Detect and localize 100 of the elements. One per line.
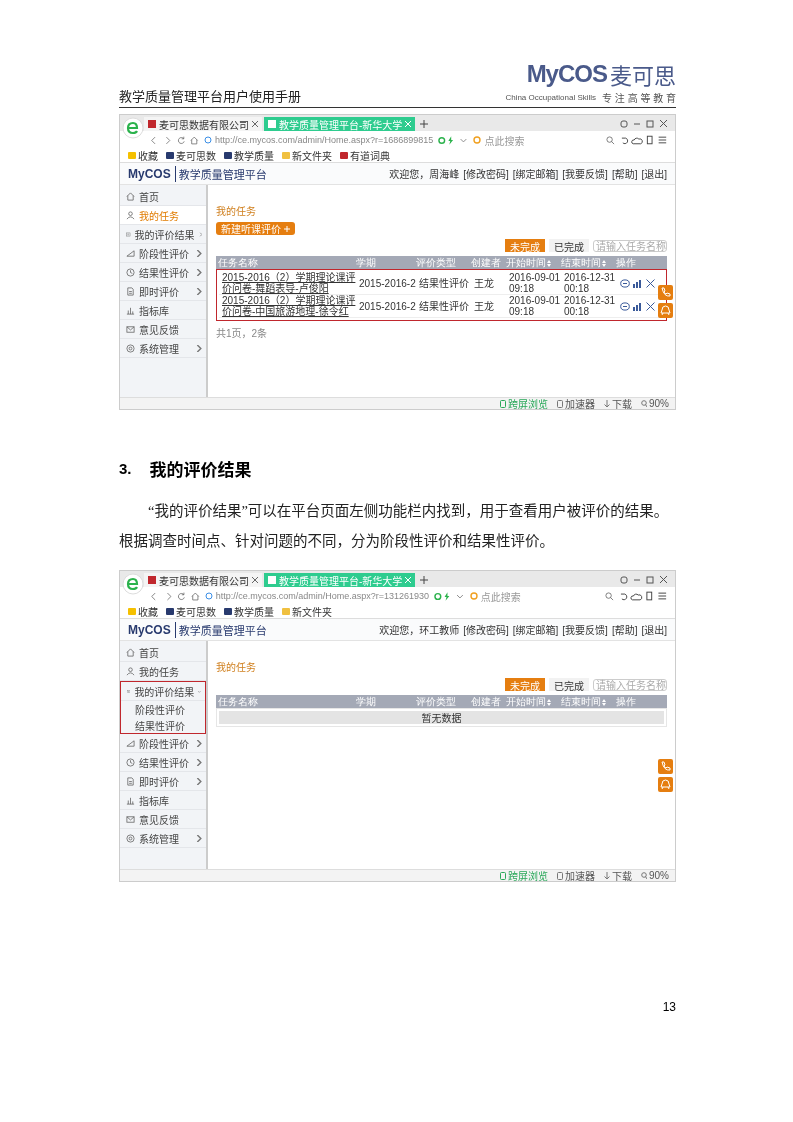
section-number: 3. xyxy=(119,460,132,477)
sort-icon[interactable] xyxy=(602,259,606,267)
status-item[interactable]: 下载 xyxy=(604,396,632,411)
toolbar-icons[interactable] xyxy=(619,591,669,602)
forward-icon[interactable] xyxy=(163,135,172,145)
sidebar-item[interactable]: 系统管理 xyxy=(120,829,206,849)
bookmark[interactable]: 麦可思数 xyxy=(166,148,216,163)
section-title: 我的任务 xyxy=(216,661,257,675)
sort-icon[interactable] xyxy=(547,259,551,267)
status-item[interactable]: 加速器 xyxy=(557,868,595,884)
sidebar-label: 指标库 xyxy=(139,304,170,318)
chart-icon xyxy=(126,248,135,258)
bookmark[interactable]: 新文件夹 xyxy=(282,604,332,620)
bookmark[interactable]: 收藏 xyxy=(128,604,158,620)
sidebar-item[interactable]: 指标库 xyxy=(120,791,206,811)
search-icon[interactable] xyxy=(605,135,615,145)
comment-icon[interactable] xyxy=(620,301,630,311)
home-icon[interactable] xyxy=(190,591,200,601)
bookmark-label: 麦可思数 xyxy=(176,606,216,620)
status-item[interactable]: 90% xyxy=(641,870,669,882)
sidebar-subitem[interactable]: 阶段性评价 xyxy=(121,701,205,718)
window-controls[interactable] xyxy=(619,119,669,129)
plus-icon xyxy=(284,225,290,232)
close-icon[interactable] xyxy=(252,121,258,127)
browser-tab[interactable]: 麦可思数据有限公司 xyxy=(144,117,262,131)
sidebar-label: 我的任务 xyxy=(139,209,180,223)
delete-icon[interactable] xyxy=(646,278,655,288)
brand-tagline: China Occupational Skills xyxy=(505,93,597,102)
app-title: 教学质量管理平台 xyxy=(174,165,267,182)
bar-chart-icon xyxy=(126,795,135,805)
sidebar-item[interactable]: 指标库 xyxy=(120,301,206,320)
new-tab-icon[interactable] xyxy=(420,576,429,585)
phone-button[interactable] xyxy=(658,759,673,775)
header-link[interactable]: [退出] xyxy=(641,166,667,181)
column-header: 创建者 xyxy=(471,256,501,270)
sidebar-item[interactable]: 意见反馈 xyxy=(120,320,206,339)
header-link[interactable]: [帮助] xyxy=(611,622,638,638)
header-link[interactable]: [帮助] xyxy=(611,166,638,181)
sidebar-item[interactable]: 我的评价结果 xyxy=(120,225,206,244)
bookmark-label: 教学质量 xyxy=(234,150,274,163)
qq-button[interactable] xyxy=(658,777,673,793)
bookmark[interactable]: 收藏 xyxy=(128,148,158,163)
refresh-icon[interactable] xyxy=(176,135,186,145)
sort-icon[interactable] xyxy=(547,698,551,706)
page-number: 13 xyxy=(662,1000,676,1014)
bookmark-icon xyxy=(128,608,136,616)
status-item[interactable]: 加速器 xyxy=(557,396,595,411)
sort-icon[interactable] xyxy=(602,698,606,706)
extension-icons[interactable] xyxy=(434,591,465,601)
header-link[interactable]: [我要反馈] xyxy=(562,166,608,181)
browser-tab[interactable]: 麦可思数据有限公司 xyxy=(144,573,262,588)
window-controls[interactable] xyxy=(619,575,669,586)
sidebar-item[interactable]: 意见反馈 xyxy=(120,810,206,830)
sidebar-subitem[interactable]: 结果性评价 xyxy=(121,717,205,734)
globe-icon xyxy=(203,136,212,144)
bookmark[interactable]: 麦可思数 xyxy=(166,604,216,620)
back-icon[interactable] xyxy=(150,591,159,601)
search-icon[interactable] xyxy=(605,591,614,601)
comment-icon[interactable] xyxy=(620,278,630,288)
status-item[interactable]: 下载 xyxy=(604,868,632,884)
sidebar-item[interactable]: 结果性评价 xyxy=(120,263,206,282)
delete-icon[interactable] xyxy=(646,301,655,311)
header-link[interactable]: [修改密码] xyxy=(463,166,509,181)
close-icon[interactable] xyxy=(252,577,258,584)
sidebar-item[interactable]: 系统管理 xyxy=(120,339,206,358)
extension-icons[interactable] xyxy=(438,135,469,145)
filter-tab[interactable]: 已完成 xyxy=(549,239,589,252)
new-tab-icon[interactable] xyxy=(420,120,429,128)
status-icon xyxy=(641,871,647,880)
bookmark[interactable]: 教学质量 xyxy=(224,604,274,620)
bookmark-icon xyxy=(128,152,136,159)
header-link[interactable]: [绑定邮箱] xyxy=(512,166,559,181)
app-logo: MyCOS xyxy=(128,166,171,181)
bookmark-icon xyxy=(340,152,348,159)
sidebar-item[interactable]: 即时评价 xyxy=(120,772,206,792)
bar-chart-icon[interactable] xyxy=(633,301,643,311)
sidebar-item[interactable]: 我的评价结果 xyxy=(121,682,205,702)
header-link[interactable]: [我要反馈] xyxy=(562,622,608,638)
bookmark[interactable]: 教学质量 xyxy=(224,148,274,163)
sidebar-item[interactable]: 阶段性评价 xyxy=(120,734,206,754)
sidebar-item[interactable]: 首页 xyxy=(120,643,206,663)
refresh-icon[interactable] xyxy=(177,591,186,601)
bar-chart-icon[interactable] xyxy=(633,278,643,288)
task-link[interactable]: 2015-2016（2）学期理论课评价问卷-舞蹈表导-卢俊阳 xyxy=(219,272,357,294)
status-item[interactable]: 90% xyxy=(641,398,669,409)
document-title: 教学质量管理平台用户使用手册 xyxy=(119,88,301,105)
task-link[interactable]: 2015-2016（2）学期理论课评价问卷-中国旅游地理-徐令红 xyxy=(219,295,357,317)
bookmark[interactable]: 新文件夹 xyxy=(282,148,332,163)
sidebar-item[interactable]: 结果性评价 xyxy=(120,753,206,773)
sidebar-item[interactable]: 即时评价 xyxy=(120,282,206,301)
search-engine-icon xyxy=(473,136,482,144)
home-icon[interactable] xyxy=(190,135,199,145)
filter-tab[interactable]: 已完成 xyxy=(549,678,589,692)
header-link[interactable]: [退出] xyxy=(641,622,667,638)
header-link[interactable]: [绑定邮箱] xyxy=(512,622,559,638)
sidebar-item[interactable]: 我的任务 xyxy=(120,662,206,682)
bookmark[interactable]: 有道词典 xyxy=(340,148,390,163)
sidebar-item[interactable]: 阶段性评价 xyxy=(120,244,206,263)
header-link[interactable]: [修改密码] xyxy=(463,622,509,638)
toolbar-icons[interactable] xyxy=(619,135,669,145)
